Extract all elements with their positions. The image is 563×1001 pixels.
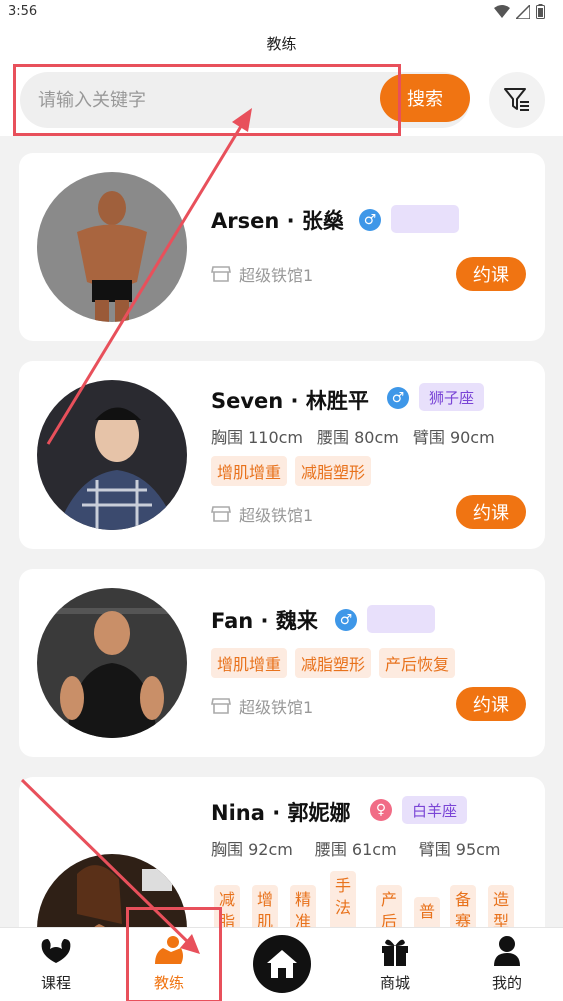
status-icons — [494, 4, 545, 19]
coach-card[interactable]: Arsen · 张燊 ♂ 超级铁馆1 约课 — [19, 153, 545, 341]
filter-button[interactable] — [489, 72, 545, 128]
measurements: 胸围 92cm 腰围 61cm 臂围 95cm — [211, 836, 515, 860]
coach-card[interactable]: Fan · 魏来 ♂ 增肌增重 减脂塑形 产后恢复 超级铁馆1 约课 — [19, 569, 545, 757]
home-button[interactable] — [253, 935, 311, 993]
coach-avatar — [37, 172, 187, 322]
tab-label: 教练 — [153, 974, 184, 992]
specialty-tags: 增肌增重 减脂塑形 产后恢复 — [211, 648, 456, 678]
store-name: 超级铁馆1 — [239, 266, 314, 285]
search-button[interactable]: 搜索 — [380, 74, 470, 122]
coach-name: Nina · 郭妮娜 — [211, 801, 351, 825]
store-name: 超级铁馆1 — [239, 506, 314, 525]
specialty-tags: 增肌增重 减脂塑形 — [211, 456, 372, 486]
coach-avatar — [37, 380, 187, 530]
store-icon — [211, 698, 231, 714]
page-title: 教练 — [266, 35, 297, 53]
specialty-tag: 减脂塑形 — [295, 456, 372, 486]
tab-profile[interactable]: 我的 — [462, 928, 552, 1001]
sign-badge: 狮子座 — [419, 383, 485, 411]
tab-label: 我的 — [491, 974, 522, 992]
male-gender-icon: ♂ — [359, 209, 381, 231]
waist-measure: 腰围 61cm — [314, 840, 397, 859]
coach-avatar — [37, 588, 187, 738]
coach-name: Arsen · 张燊 — [211, 209, 344, 233]
store-icon — [211, 506, 231, 522]
male-gender-icon: ♂ — [335, 609, 357, 631]
specialty-tag: 增肌增重 — [211, 648, 288, 678]
arm-measure: 臂围 95cm — [418, 840, 501, 859]
status-bar: 3:56 — [0, 0, 563, 26]
book-button[interactable]: 约课 — [456, 257, 526, 291]
tab-mall[interactable]: 商城 — [350, 928, 440, 1001]
chest-measure: 胸围 92cm — [211, 840, 293, 859]
coach-icon — [151, 933, 187, 969]
sign-badge: 白羊座 — [402, 796, 468, 824]
search-input[interactable] — [38, 87, 368, 113]
store-info: 超级铁馆1 — [211, 694, 313, 718]
bottom-tab-bar: 课程 教练 商城 我的 — [0, 927, 563, 1001]
battery-icon — [536, 4, 545, 19]
filter-icon — [504, 88, 529, 111]
specialty-tag: 增肌增重 — [211, 456, 288, 486]
male-gender-icon: ♂ — [387, 387, 409, 409]
wifi-icon — [494, 4, 510, 18]
tab-coaches[interactable]: 教练 — [124, 928, 214, 1001]
coach-name: Fan · 魏来 — [211, 609, 318, 633]
measurements: 胸围 110cm 腰围 80cm 臂围 90cm — [211, 424, 509, 448]
female-gender-icon: ♀ — [370, 799, 392, 821]
tab-courses[interactable]: 课程 — [11, 928, 101, 1001]
tab-label: 商城 — [379, 974, 410, 992]
gift-icon — [377, 933, 413, 969]
store-icon — [211, 266, 231, 282]
coach-card[interactable]: Seven · 林胜平 ♂ 狮子座 胸围 110cm 腰围 80cm 臂围 90… — [19, 361, 545, 549]
muscle-icon — [38, 933, 74, 969]
store-info: 超级铁馆1 — [211, 262, 313, 286]
waist-measure: 腰围 80cm — [317, 428, 399, 447]
book-button[interactable]: 约课 — [456, 495, 526, 529]
specialty-tag: 减脂塑形 — [295, 648, 372, 678]
user-icon — [489, 933, 525, 969]
signal-icon — [516, 4, 530, 19]
home-icon — [267, 950, 297, 978]
coach-name: Seven · 林胜平 — [211, 389, 369, 413]
sign-badge — [367, 605, 435, 633]
sign-badge — [391, 205, 459, 233]
store-name: 超级铁馆1 — [239, 698, 314, 717]
status-time: 3:56 — [8, 4, 38, 19]
book-button[interactable]: 约课 — [456, 687, 526, 721]
specialty-tag: 产后恢复 — [379, 648, 456, 678]
store-info: 超级铁馆1 — [211, 502, 313, 526]
specialty-tag: 手法 — [330, 871, 356, 935]
chest-measure: 胸围 110cm — [211, 428, 304, 447]
arm-measure: 臂围 90cm — [412, 428, 495, 447]
tab-label: 课程 — [40, 974, 71, 992]
header: 教练 搜索 — [0, 26, 563, 136]
